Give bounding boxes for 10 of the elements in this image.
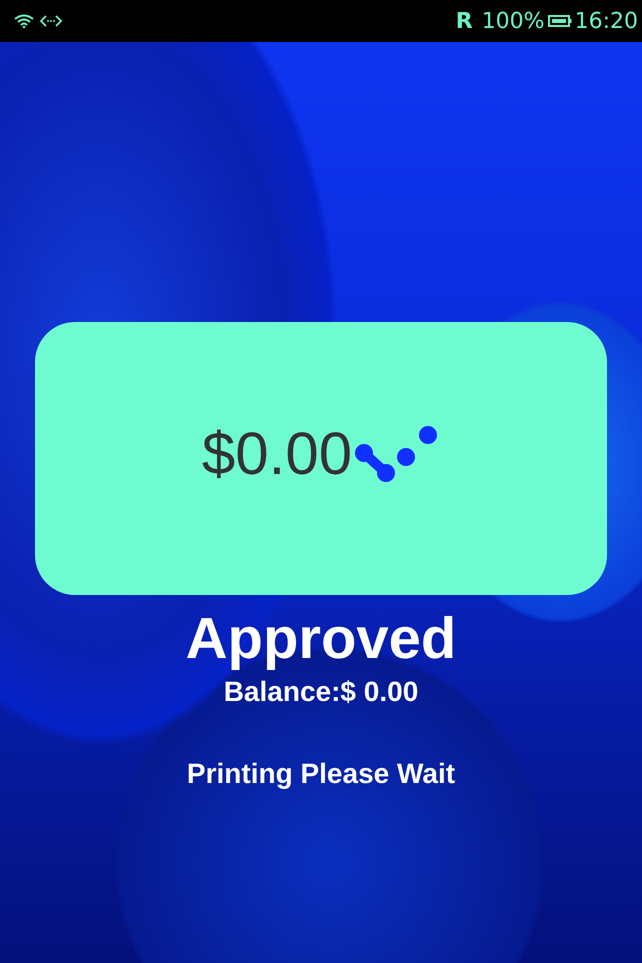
balance-text: Balance:$ 0.00	[224, 676, 418, 708]
approval-status: Approved	[186, 605, 456, 672]
clock-time: 16:20	[574, 8, 638, 34]
printing-message: Printing Please Wait	[186, 758, 456, 790]
wifi-icon	[14, 14, 34, 28]
roaming-indicator: R	[456, 8, 473, 34]
amount-text: $0.00	[202, 419, 352, 488]
battery-percent: 100%	[482, 8, 545, 34]
data-transfer-icon	[40, 14, 62, 28]
battery-icon	[548, 14, 572, 28]
